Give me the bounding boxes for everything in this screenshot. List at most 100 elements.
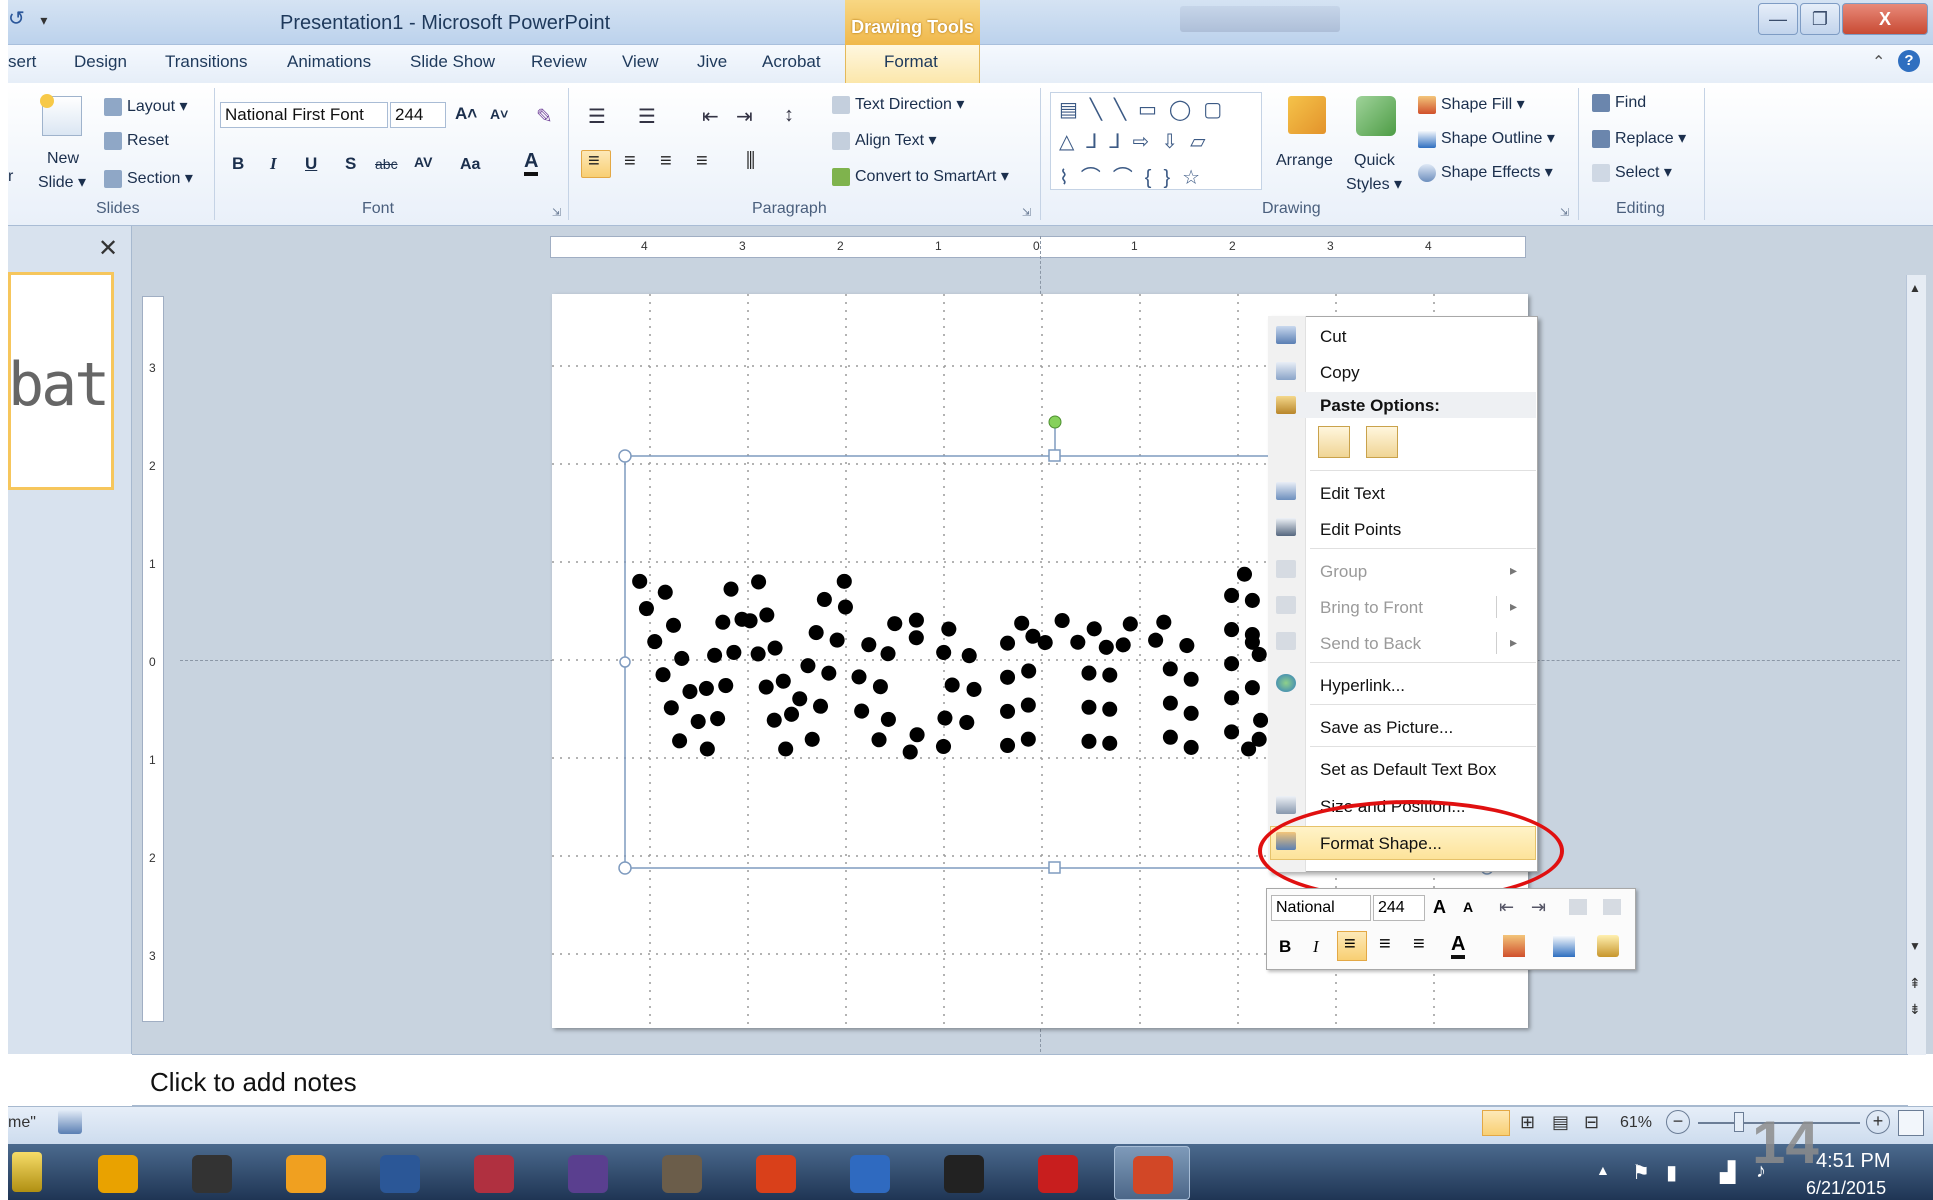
action-center-flag-icon[interactable]: ⚑ (1632, 1160, 1650, 1185)
quick-styles-dropdown[interactable]: Styles ▾ (1346, 174, 1402, 194)
quick-access-toolbar[interactable]: ↺ ▾ (8, 6, 47, 31)
menu-item-save-as-picture[interactable]: Save as Picture... (1320, 718, 1453, 738)
tab-review[interactable]: Review (531, 52, 587, 72)
mini-format-painter-icon[interactable] (1597, 935, 1619, 957)
clock-date[interactable]: 6/21/2015 (1806, 1178, 1886, 1199)
arrange-button[interactable]: Arrange (1276, 152, 1333, 170)
fit-to-window-icon[interactable] (1898, 1110, 1924, 1136)
taskbar-app-powerpoint[interactable] (1114, 1146, 1190, 1200)
strikethrough-button[interactable]: abc (375, 156, 398, 172)
mini-shrink-font-icon[interactable]: A (1463, 899, 1473, 915)
submenu-arrow-icon[interactable]: ▸ (1510, 598, 1517, 615)
close-button[interactable]: X (1842, 3, 1928, 35)
undo-icon[interactable]: ↺ (8, 8, 25, 30)
quick-styles-icon[interactable] (1356, 96, 1396, 136)
menu-item-cut[interactable]: Cut (1320, 327, 1346, 347)
submenu-arrow-icon[interactable]: ▸ (1510, 634, 1517, 651)
mini-font-combo[interactable]: National (1271, 895, 1371, 921)
taskbar-app-outlook[interactable] (268, 1146, 344, 1200)
numbering-icon[interactable]: ☰ (638, 104, 656, 129)
clear-formatting-icon[interactable]: ✎ (536, 104, 553, 129)
help-icon[interactable]: ? (1898, 50, 1920, 72)
zoom-slider-thumb[interactable] (1734, 1112, 1744, 1132)
paste-as-picture-icon[interactable] (1366, 426, 1398, 458)
menu-item-edit-points[interactable]: Edit Points (1320, 520, 1401, 540)
taskbar-app-acrobat[interactable] (1020, 1146, 1096, 1200)
new-slide-button[interactable]: New (47, 150, 79, 168)
taskbar-app-inkscape[interactable] (174, 1146, 250, 1200)
tab-jive[interactable]: Jive (697, 52, 727, 72)
grow-font-button[interactable]: A˄ (455, 104, 477, 124)
character-spacing-button[interactable]: AV (414, 154, 432, 170)
increase-indent-icon[interactable]: ⇥ (736, 104, 753, 129)
taskbar-app-word[interactable] (362, 1146, 438, 1200)
text-direction-button[interactable]: Text Direction ▾ (832, 94, 964, 114)
minimize-ribbon-icon[interactable]: ⌃ (1872, 52, 1885, 72)
shapes-gallery[interactable]: ▤╲╲▭◯▢ △⅃⅃⇨⇩▱ ⌇⌒⌒{}☆ (1050, 92, 1262, 190)
tab-animations[interactable]: Animations (287, 52, 371, 72)
tab-view[interactable]: View (622, 52, 659, 72)
convert-smartart-button[interactable]: Convert to SmartArt ▾ (832, 166, 1009, 186)
taskbar-app-access[interactable] (456, 1146, 532, 1200)
slide-sorter-icon[interactable]: ⊞ (1520, 1112, 1535, 1133)
taskbar-app-firefox-devedition[interactable] (738, 1146, 814, 1200)
taskbar-app-gimp[interactable] (644, 1146, 720, 1200)
qat-dropdown-icon[interactable]: ▾ (40, 12, 47, 28)
justify-icon[interactable]: ≡ (696, 150, 708, 173)
decrease-indent-icon[interactable]: ⇤ (702, 104, 719, 129)
mini-align-right-icon[interactable]: ≡ (1413, 933, 1425, 956)
layout-button[interactable]: Layout ▾ (104, 96, 188, 116)
scroll-up-icon[interactable]: ▲ (1909, 281, 1921, 295)
show-hidden-icons[interactable]: ▲ (1596, 1162, 1610, 1178)
line-spacing-icon[interactable]: ↕ (784, 104, 794, 127)
mini-bold-button[interactable]: B (1279, 937, 1291, 957)
network-icon[interactable]: ▟ (1720, 1160, 1735, 1185)
taskbar-app-kindle[interactable] (926, 1146, 1002, 1200)
slide-show-icon[interactable]: ⊟ (1584, 1112, 1599, 1133)
tab-slide-show[interactable]: Slide Show (410, 52, 495, 72)
menu-item-hyperlink[interactable]: Hyperlink... (1320, 676, 1405, 696)
mini-increase-indent-icon[interactable]: ⇥ (1531, 897, 1546, 918)
menu-item-copy[interactable]: Copy (1320, 363, 1360, 383)
paragraph-dialog-launcher-icon[interactable]: ⇲ (1022, 206, 1031, 219)
mini-send-backward-icon[interactable] (1603, 899, 1621, 915)
power-icon[interactable]: ▮ (1666, 1160, 1677, 1185)
normal-view-icon[interactable] (1482, 1110, 1510, 1136)
mini-grow-font-icon[interactable]: A (1433, 897, 1446, 918)
italic-button[interactable]: I (270, 154, 277, 174)
paste-keep-formatting-icon[interactable] (1318, 426, 1350, 458)
tab-format[interactable]: Format (884, 52, 938, 72)
restore-button[interactable]: ❐ (1800, 3, 1840, 35)
tab-transitions[interactable]: Transitions (165, 52, 248, 72)
bullets-icon[interactable]: ☰ (588, 104, 606, 129)
mini-font-color-icon[interactable]: A (1451, 933, 1466, 959)
tab-design[interactable]: Design (74, 52, 127, 72)
taskbar-app-thunderbird[interactable] (832, 1146, 908, 1200)
replace-button[interactable]: Replace ▾ (1592, 128, 1686, 148)
mini-bring-forward-icon[interactable] (1569, 899, 1587, 915)
reset-button[interactable]: Reset (104, 132, 169, 150)
reading-view-icon[interactable]: ▤ (1552, 1112, 1569, 1133)
tab-insert[interactable]: sert (8, 52, 36, 72)
clock-time[interactable]: 4:51 PM (1816, 1150, 1890, 1173)
notes-pane[interactable] (132, 1054, 1908, 1106)
menu-item-set-default-text-box[interactable]: Set as Default Text Box (1320, 760, 1496, 780)
previous-slide-icon[interactable]: ⇞ (1909, 975, 1921, 992)
quick-styles-button[interactable]: Quick (1354, 152, 1395, 170)
section-button[interactable]: Section ▾ (104, 168, 193, 188)
minimize-button[interactable]: — (1758, 3, 1798, 35)
shrink-font-button[interactable]: A˅ (490, 106, 508, 122)
find-button[interactable]: Find (1592, 94, 1646, 112)
select-button[interactable]: Select ▾ (1592, 162, 1672, 182)
font-size-combo[interactable]: 244 (390, 102, 446, 128)
text-shadow-button[interactable]: S (345, 154, 356, 174)
change-case-button[interactable]: Aa (460, 156, 480, 174)
spell-check-icon[interactable] (58, 1110, 82, 1134)
zoom-in-button[interactable]: + (1866, 1110, 1890, 1134)
next-slide-icon[interactable]: ⇟ (1909, 1001, 1921, 1018)
bold-button[interactable]: B (232, 154, 244, 174)
vertical-scrollbar[interactable]: ▲ ▼ ⇞ ⇟ (1906, 275, 1926, 1055)
menu-item-bring-to-front[interactable]: Bring to Front (1320, 598, 1423, 618)
arrange-icon[interactable] (1288, 96, 1326, 134)
zoom-out-button[interactable]: − (1666, 1110, 1690, 1134)
